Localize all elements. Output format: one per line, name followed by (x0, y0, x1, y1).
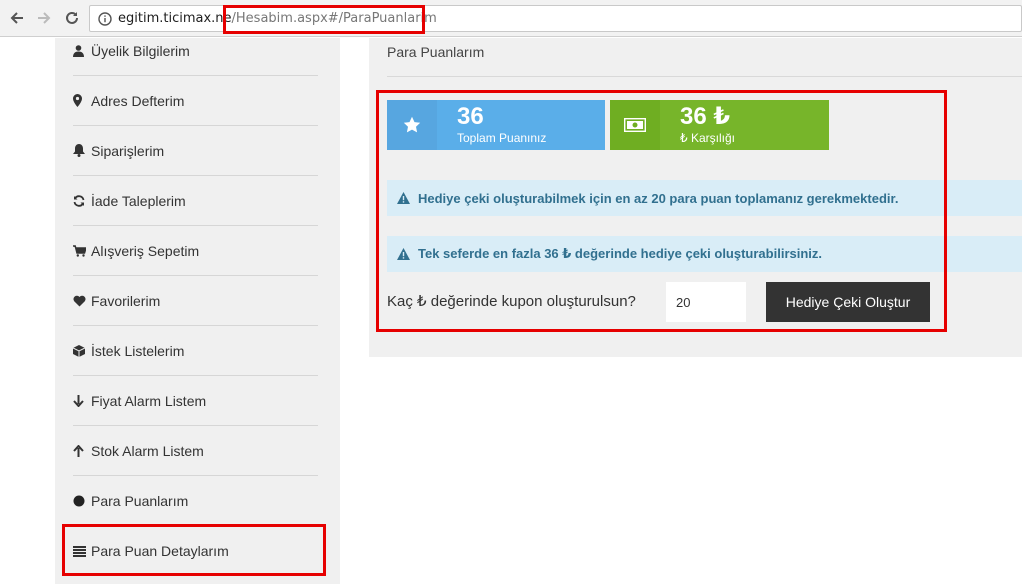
map-marker-icon (73, 94, 89, 107)
sidebar-item-addresses[interactable]: Adres Defterim (73, 76, 318, 126)
sidebar-item-label: Siparişlerim (91, 142, 165, 159)
sidebar-item-profile[interactable]: Üyelik Bilgilerim (73, 26, 318, 76)
heart-icon (73, 295, 89, 307)
sidebar-item-label: Üyelik Bilgilerim (91, 42, 190, 59)
user-icon (73, 44, 89, 57)
sidebar-item-wishlists[interactable]: İstek Listelerim (73, 326, 318, 376)
sidebar-item-label: Alışveriş Sepetim (91, 242, 200, 259)
arrow-up-icon (73, 444, 89, 457)
main-highlight-box (376, 90, 947, 332)
sidebar-highlight-box (62, 524, 326, 576)
sidebar-item-label: İade Taleplerim (91, 192, 186, 209)
back-button[interactable] (7, 8, 27, 28)
sidebar-item-label: Favorilerim (91, 292, 161, 309)
sidebar-item-favorites[interactable]: Favorilerim (73, 276, 318, 326)
sidebar-item-cart[interactable]: Alışveriş Sepetim (73, 226, 318, 276)
sidebar-item-returns[interactable]: İade Taleplerim (73, 176, 318, 226)
arrow-left-icon (10, 12, 23, 24)
bell-icon (73, 144, 89, 157)
info-icon (98, 12, 112, 26)
forward-button[interactable] (34, 8, 54, 28)
arrow-right-icon (38, 12, 51, 24)
sidebar-item-label: İstek Listelerim (91, 342, 185, 359)
sidebar-item-label: Fiyat Alarm Listem (91, 392, 207, 409)
cart-icon (73, 244, 89, 257)
box-icon (73, 344, 89, 357)
url-host: egitim.ticimax.ne (118, 11, 232, 26)
sidebar-item-label: Adres Defterim (91, 92, 185, 109)
title-divider (387, 76, 1022, 77)
page-title: Para Puanlarım (387, 44, 485, 60)
sidebar-item-price-alarm[interactable]: Fiyat Alarm Listem (73, 376, 318, 426)
sidebar-item-label: Stok Alarm Listem (91, 442, 204, 459)
refresh-icon (73, 194, 89, 207)
sidebar-item-orders[interactable]: Siparişlerim (73, 126, 318, 176)
circle-icon (73, 495, 89, 507)
reload-icon (66, 11, 78, 24)
sidebar-item-label: Para Puanlarım (91, 492, 189, 509)
account-sidebar: Üyelik Bilgilerim Adres Defterim Sipariş… (55, 38, 340, 584)
arrow-down-icon (73, 394, 89, 407)
sidebar-item-stock-alarm[interactable]: Stok Alarm Listem (73, 426, 318, 476)
sidebar-item-money-points[interactable]: Para Puanlarım (73, 476, 318, 526)
reload-button[interactable] (62, 8, 82, 28)
